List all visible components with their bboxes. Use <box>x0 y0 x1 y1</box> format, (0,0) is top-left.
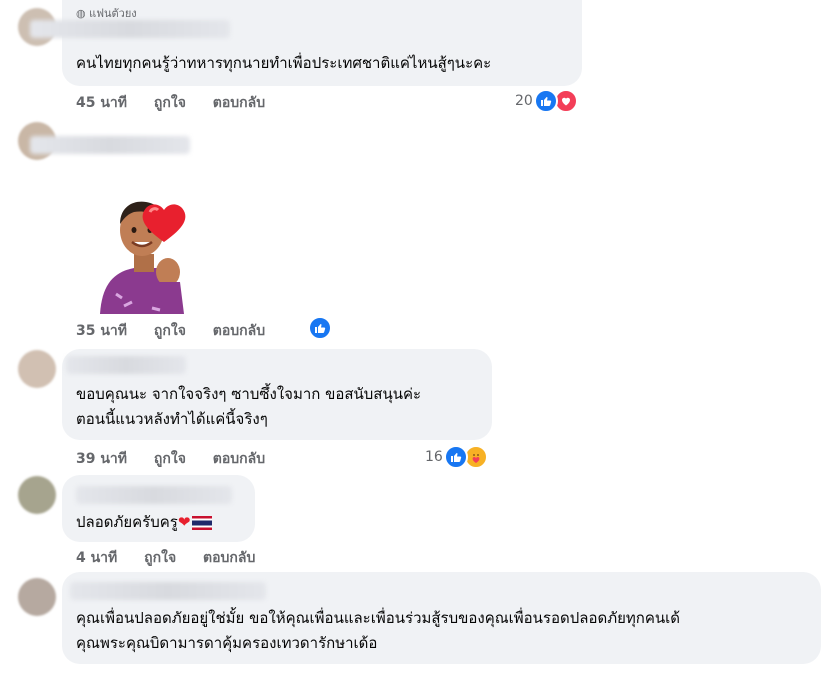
avatar[interactable] <box>18 476 56 514</box>
commenter-name[interactable] <box>30 20 230 38</box>
like-icon[interactable] <box>534 89 558 113</box>
commenter-name[interactable] <box>66 356 186 374</box>
comment-time[interactable]: 45 นาที <box>76 92 127 114</box>
finger-heart-sticker <box>94 198 194 314</box>
comment-text-line-2: คุณพระคุณบิดามารดาคุ้มครองเทวดารักษาเด้อ <box>76 634 378 652</box>
like-button[interactable]: ถูกใจ <box>154 448 186 470</box>
reaction-count[interactable]: 16 <box>425 449 443 465</box>
like-icon[interactable] <box>308 316 332 340</box>
comment-actions: 45 นาที ถูกใจ ตอบกลับ <box>76 92 265 114</box>
like-button[interactable]: ถูกใจ <box>144 547 176 569</box>
reaction-count[interactable]: 20 <box>515 93 533 109</box>
thai-flag-emoji <box>192 515 213 530</box>
like-button[interactable]: ถูกใจ <box>154 320 186 342</box>
commenter-name[interactable] <box>70 582 266 600</box>
comment-actions: 35 นาที ถูกใจ ตอบกลับ <box>76 320 265 342</box>
comment-actions: 39 นาที ถูกใจ ตอบกลับ <box>76 448 265 470</box>
like-icon[interactable] <box>444 445 468 469</box>
comment-text-line-2: ตอนนี้แนวหลังทำได้แค่นี้จริงๆ <box>76 410 268 428</box>
red-heart-emoji: ❤ <box>177 513 191 531</box>
comment-actions: 4 นาที ถูกใจ ตอบกลับ <box>76 547 255 569</box>
comment-text-line-1: ขอบคุณนะ จากใจจริงๆ ซาบซึ้งใจมาก ขอสนับส… <box>76 385 422 403</box>
comment-text: ปลอดภัยครับครู❤ <box>76 509 213 536</box>
like-button[interactable]: ถูกใจ <box>154 92 186 114</box>
comment-time[interactable]: 39 นาที <box>76 448 127 470</box>
avatar[interactable] <box>18 578 56 616</box>
comment-text: คนไทยทุกคนรู้ว่าทหารทุกนายทำเพื่อประเทศช… <box>76 54 492 72</box>
commenter-name[interactable] <box>30 136 190 154</box>
reply-button[interactable]: ตอบกลับ <box>203 547 255 569</box>
commenter-name[interactable] <box>76 486 232 504</box>
globe-icon: ◍ <box>76 7 86 20</box>
comment-text-line-1: คุณเพื่อนปลอดภัยอยู่ใช่มั้ย ขอให้คุณเพื่… <box>76 609 680 627</box>
reply-button[interactable]: ตอบกลับ <box>213 448 265 470</box>
comment-time[interactable]: 4 นาที <box>76 547 117 569</box>
reply-button[interactable]: ตอบกลับ <box>213 92 265 114</box>
reply-button[interactable]: ตอบกลับ <box>213 320 265 342</box>
avatar[interactable] <box>18 350 56 388</box>
comment-time[interactable]: 35 นาที <box>76 320 127 342</box>
